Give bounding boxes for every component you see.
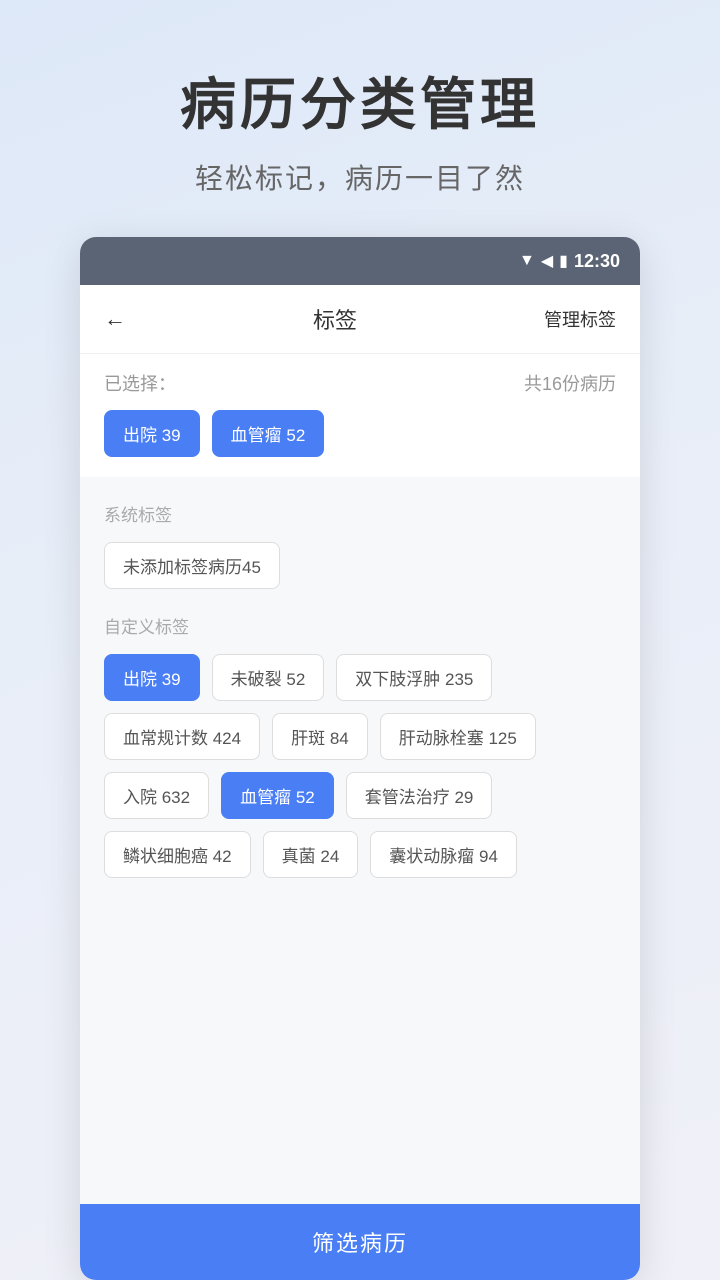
status-bar: ▼ ◀ ▮ 12:30 <box>80 237 640 285</box>
nav-title: 标签 <box>313 303 357 335</box>
system-tags-title: 系统标签 <box>104 501 616 526</box>
hero-title: 病历分类管理 <box>40 60 680 141</box>
tag-bilateral[interactable]: 双下肢浮肿 235 <box>336 654 492 701</box>
phone-frame: ▼ ◀ ▮ 12:30 ← 标签 管理标签 已选择： 共16份病历 出院 39 … <box>80 237 640 1280</box>
tag-unruptured[interactable]: 未破裂 52 <box>212 654 325 701</box>
manage-tags-button[interactable]: 管理标签 <box>544 306 616 332</box>
selected-label: 已选择： <box>104 370 176 396</box>
selected-count: 共16份病历 <box>524 370 616 396</box>
tag-liverspots[interactable]: 肝斑 84 <box>272 713 368 760</box>
tags-section: 系统标签 未添加标签病历45 自定义标签 出院 39 未破裂 52 双下肢浮肿 … <box>80 477 640 1204</box>
wifi-icon: ▼ <box>519 252 535 270</box>
custom-tags-row-4: 鳞状细胞癌 42 真菌 24 囊状动脉瘤 94 <box>104 831 616 878</box>
custom-tags-row-2: 血常规计数 424 肝斑 84 肝动脉栓塞 125 <box>104 713 616 760</box>
tag-squamous[interactable]: 鳞状细胞癌 42 <box>104 831 251 878</box>
signal-icon: ◀ <box>541 251 553 271</box>
custom-tags-row-1: 出院 39 未破裂 52 双下肢浮肿 235 <box>104 654 616 701</box>
tag-admission[interactable]: 入院 632 <box>104 772 209 819</box>
tag-angioma[interactable]: 血管瘤 52 <box>221 772 334 819</box>
tag-bloodcount[interactable]: 血常规计数 424 <box>104 713 260 760</box>
back-button[interactable]: ← <box>104 306 126 332</box>
tag-discharge[interactable]: 出院 39 <box>104 654 200 701</box>
custom-tags-title: 自定义标签 <box>104 613 616 638</box>
custom-tags-row-3: 入院 632 血管瘤 52 套管法治疗 29 <box>104 772 616 819</box>
tag-hepatic[interactable]: 肝动脉栓塞 125 <box>380 713 536 760</box>
selected-section: 已选择： 共16份病历 出院 39 血管瘤 52 <box>80 354 640 477</box>
system-tags-group: 系统标签 未添加标签病历45 <box>104 501 616 589</box>
status-icons: ▼ ◀ ▮ 12:30 <box>519 251 620 272</box>
selected-tag-discharge[interactable]: 出院 39 <box>104 410 200 457</box>
tag-cystic[interactable]: 囊状动脉瘤 94 <box>370 831 517 878</box>
hero-section: 病历分类管理 轻松标记，病历一目了然 <box>0 0 720 237</box>
tag-fungal[interactable]: 真菌 24 <box>263 831 359 878</box>
nav-bar: ← 标签 管理标签 <box>80 285 640 354</box>
system-tags-row: 未添加标签病历45 <box>104 542 616 589</box>
battery-icon: ▮ <box>559 251 568 271</box>
custom-tags-group: 自定义标签 出院 39 未破裂 52 双下肢浮肿 235 血常规计数 424 肝… <box>104 613 616 878</box>
hero-subtitle: 轻松标记，病历一目了然 <box>40 157 680 197</box>
selected-tag-angioma[interactable]: 血管瘤 52 <box>212 410 325 457</box>
selected-tags: 出院 39 血管瘤 52 <box>104 410 616 457</box>
selected-header: 已选择： 共16份病历 <box>104 370 616 396</box>
tag-catheter[interactable]: 套管法治疗 29 <box>346 772 493 819</box>
tag-unlabeled[interactable]: 未添加标签病历45 <box>104 542 280 589</box>
status-time: 12:30 <box>574 251 620 272</box>
filter-button[interactable]: 筛选病历 <box>80 1204 640 1280</box>
